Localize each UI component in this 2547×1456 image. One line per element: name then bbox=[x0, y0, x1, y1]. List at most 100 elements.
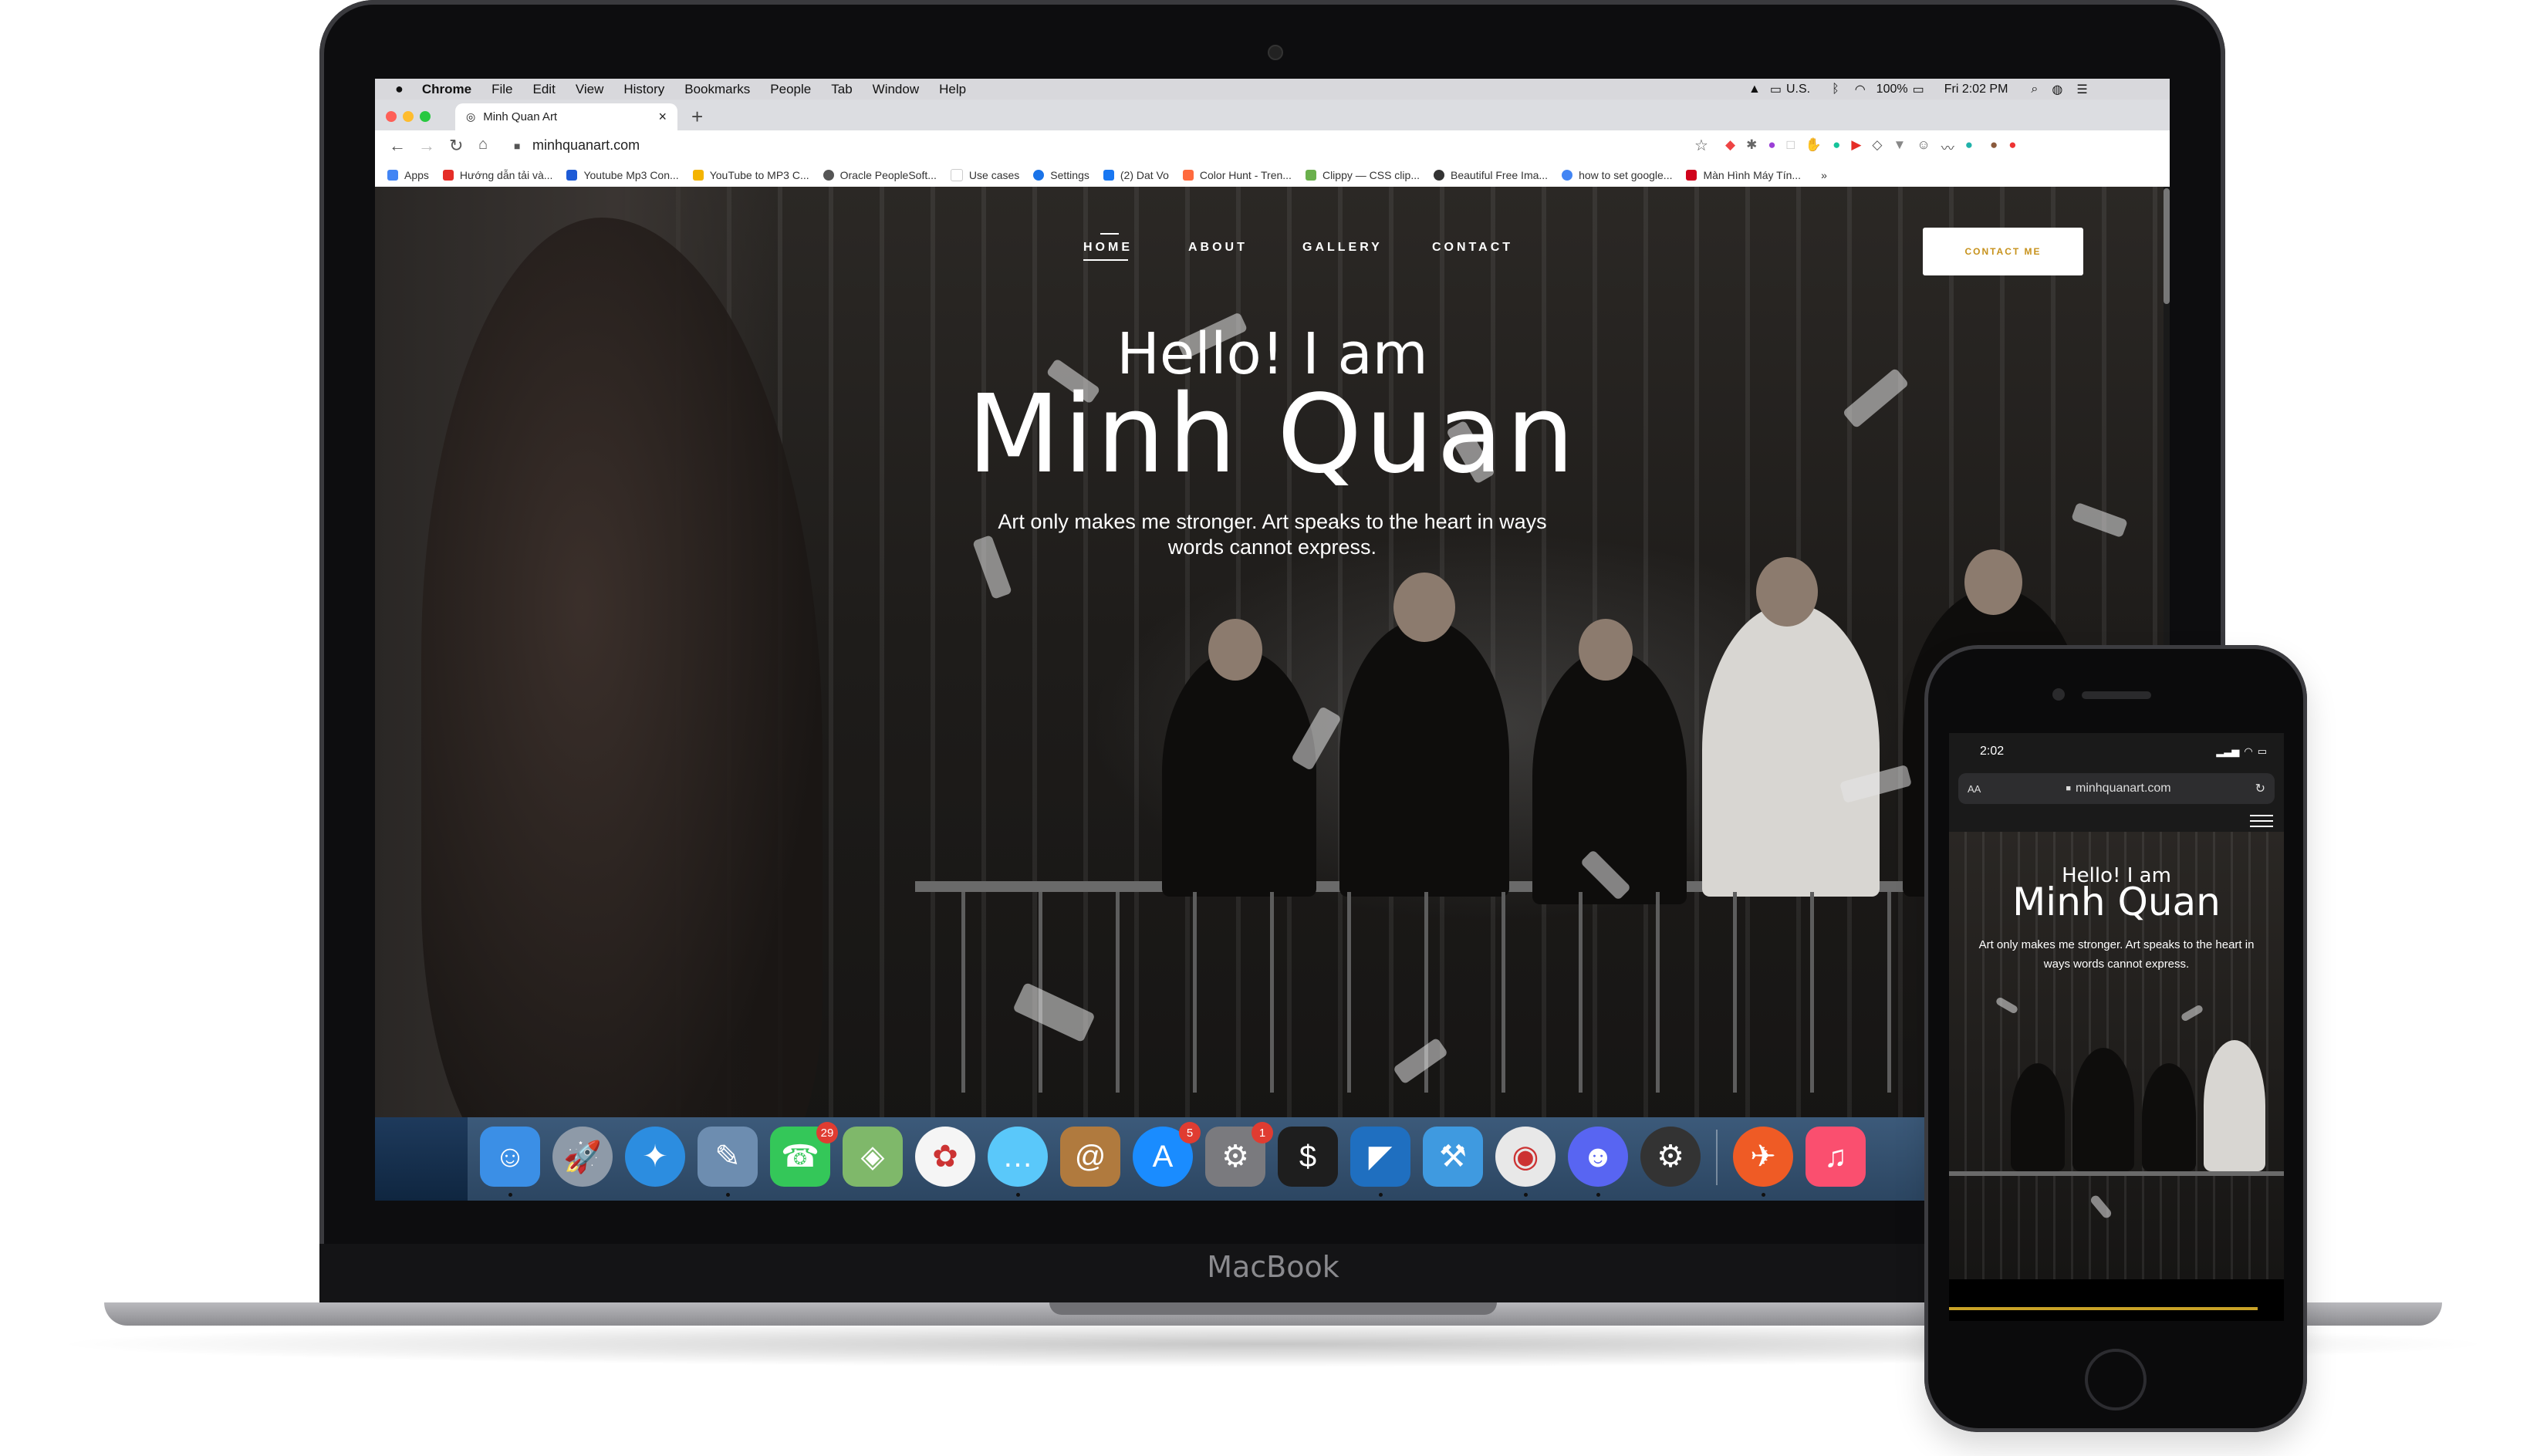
extension-red-icon[interactable]: ● bbox=[2008, 137, 2016, 157]
xcode-icon[interactable]: ⚒ bbox=[1423, 1127, 1483, 1187]
bookmark-item[interactable]: YouTube to MP3 C... bbox=[692, 169, 809, 181]
extension-purple-icon[interactable]: ● bbox=[1768, 137, 1775, 157]
extension-v-icon[interactable]: ▼ bbox=[1893, 137, 1907, 157]
menu-tab[interactable]: Tab bbox=[831, 82, 852, 97]
input-source-label[interactable]: U.S. bbox=[1786, 83, 1810, 96]
battery-percent[interactable]: 100% bbox=[1876, 83, 1908, 96]
extension-grammarly-icon[interactable]: ● bbox=[1833, 137, 1840, 157]
extension-bug-icon[interactable]: ✱ bbox=[1746, 137, 1757, 157]
menu-file[interactable]: File bbox=[491, 82, 512, 97]
youtube-icon bbox=[442, 169, 454, 181]
nav-active-indicator bbox=[1100, 233, 1119, 235]
window-close-button[interactable] bbox=[386, 111, 397, 122]
menu-view[interactable]: View bbox=[576, 82, 604, 97]
apple-icon[interactable]: ● bbox=[395, 81, 404, 97]
menu-app-name[interactable]: Chrome bbox=[422, 82, 471, 97]
nav-gallery[interactable]: GALLERY bbox=[1302, 241, 1383, 255]
forward-icon[interactable]: → bbox=[418, 136, 435, 156]
siri-icon[interactable]: ◍ bbox=[2052, 82, 2062, 97]
extension-square-icon[interactable]: □ bbox=[1787, 137, 1795, 157]
new-tab-button[interactable]: + bbox=[691, 105, 703, 129]
profile-avatar[interactable]: ● bbox=[1990, 137, 1998, 157]
running-indicator bbox=[508, 1193, 512, 1197]
nav-about[interactable]: ABOUT bbox=[1188, 241, 1248, 255]
bookmark-item[interactable]: how to set google... bbox=[1562, 169, 1672, 181]
bluetooth-icon[interactable]: ᛒ bbox=[1832, 83, 1839, 96]
bookmark-item[interactable]: Apps bbox=[387, 169, 429, 181]
bookmark-star-icon[interactable]: ☆ bbox=[1694, 136, 1708, 155]
bookmark-item[interactable]: Oracle PeopleSoft... bbox=[823, 169, 937, 181]
tab-close-icon[interactable]: × bbox=[658, 109, 667, 125]
extension-shield-icon[interactable]: ◇ bbox=[1872, 137, 1882, 157]
bookmark-item[interactable]: Use cases bbox=[950, 168, 1019, 181]
battery-icon[interactable]: ▭ bbox=[1913, 82, 1924, 97]
finder-icon[interactable]: ☺ bbox=[480, 1127, 540, 1187]
safari-address-bar[interactable]: AA ■ minhquanart.com ↻ bbox=[1958, 773, 2275, 804]
wifi-icon: ◠ bbox=[2244, 745, 2253, 757]
home-icon[interactable]: ⌂ bbox=[478, 136, 488, 154]
extension-colorzilla-icon[interactable]: ◆ bbox=[1725, 137, 1735, 157]
menubar-status-area: ▲ ▭ U.S. ᛒ ◠ 100% ▭ Fri 2:02 PM ⌕ ◍ ☰ bbox=[1748, 79, 2088, 100]
mobile-tagline-line-2: ways words cannot express. bbox=[2043, 958, 2190, 971]
reload-icon[interactable]: ↻ bbox=[449, 136, 463, 156]
nav-home[interactable]: HOME bbox=[1083, 241, 1133, 255]
menu-help[interactable]: Help bbox=[939, 82, 966, 97]
bookmark-item[interactable]: Color Hunt - Tren... bbox=[1182, 169, 1292, 181]
safari-icon[interactable]: ✦ bbox=[625, 1127, 685, 1187]
preview-icon[interactable]: ✎ bbox=[698, 1127, 758, 1187]
music-icon[interactable]: ♫ bbox=[1806, 1127, 1866, 1187]
menu-bookmarks[interactable]: Bookmarks bbox=[684, 82, 750, 97]
extension-teal-icon[interactable]: ● bbox=[1965, 137, 1973, 157]
tab-minh-quan-art[interactable]: ◎ Minh Quan Art × bbox=[455, 103, 677, 130]
contact-me-button[interactable]: CONTACT ME bbox=[1923, 228, 2083, 275]
launchpad-icon[interactable]: 🚀 bbox=[552, 1127, 613, 1187]
iphone-screen: 2:02 ▂▃▅ ◠ ▭ AA ■ minhquanart.com ↻ Hell… bbox=[1949, 733, 2284, 1321]
postman-icon[interactable]: ✈ bbox=[1733, 1127, 1793, 1187]
bookmark-item[interactable]: (2) Dat Vo bbox=[1103, 169, 1169, 181]
window-minimize-button[interactable] bbox=[403, 111, 414, 122]
menu-history[interactable]: History bbox=[623, 82, 664, 97]
maps-icon[interactable]: ◈ bbox=[843, 1127, 903, 1187]
chrome-icon[interactable]: ◉ bbox=[1495, 1127, 1556, 1187]
hero-photo-face bbox=[1393, 573, 1455, 642]
bookmark-item[interactable]: Youtube Mp3 Con... bbox=[566, 169, 679, 181]
photos-icon[interactable]: ✿ bbox=[915, 1127, 975, 1187]
extension-youtube-icon[interactable]: ▶ bbox=[1851, 137, 1861, 157]
paper-confetti bbox=[1995, 996, 2019, 1015]
page-scrollbar-thumb[interactable] bbox=[2164, 188, 2170, 304]
bookmark-item[interactable]: Settings bbox=[1033, 169, 1089, 181]
bookmark-item[interactable]: Clippy — CSS clip... bbox=[1305, 169, 1420, 181]
hamburger-menu-icon[interactable] bbox=[2250, 815, 2273, 830]
spotlight-icon[interactable]: ⌕ bbox=[2031, 83, 2038, 96]
bookmark-item[interactable]: Beautiful Free Ima... bbox=[1434, 169, 1548, 181]
messages-icon[interactable]: … bbox=[988, 1127, 1048, 1187]
discord-icon[interactable]: ☻ bbox=[1568, 1127, 1628, 1187]
contacts-icon[interactable]: @ bbox=[1060, 1127, 1120, 1187]
iphone-status-bar: 2:02 ▂▃▅ ◠ ▭ bbox=[1949, 733, 2284, 770]
vscode-icon[interactable]: ◤ bbox=[1350, 1127, 1410, 1187]
extension-hand-icon[interactable]: ✋ bbox=[1806, 137, 1822, 157]
back-icon[interactable]: ← bbox=[389, 136, 406, 156]
reader-aa-button[interactable]: AA bbox=[1968, 783, 1981, 795]
menubar-clock[interactable]: Fri 2:02 PM bbox=[1944, 83, 2008, 96]
menu-edit[interactable]: Edit bbox=[533, 82, 556, 97]
bookmarks-overflow-button[interactable]: » bbox=[1821, 169, 1827, 181]
iphone-home-button[interactable] bbox=[2085, 1349, 2147, 1410]
window-zoom-button[interactable] bbox=[420, 111, 431, 122]
bookmark-item[interactable]: Màn Hình Máy Tín... bbox=[1686, 169, 1801, 181]
extension-face-icon[interactable]: ☺ bbox=[1917, 137, 1930, 157]
nav-contact[interactable]: CONTACT bbox=[1432, 241, 1513, 255]
menu-people[interactable]: People bbox=[770, 82, 811, 97]
menu-window[interactable]: Window bbox=[873, 82, 919, 97]
notification-center-icon[interactable]: ☰ bbox=[2076, 82, 2087, 97]
terminal-icon[interactable]: $ bbox=[1278, 1127, 1338, 1187]
alfred-icon[interactable]: ⚙ bbox=[1640, 1127, 1701, 1187]
extension-wave-icon[interactable]: 〰 bbox=[1941, 137, 1954, 157]
address-bar[interactable]: minhquanart.com bbox=[532, 137, 640, 154]
reload-icon[interactable]: ↻ bbox=[2255, 781, 2265, 796]
alfred-hat-icon[interactable]: ▲ bbox=[1748, 83, 1761, 96]
clippy-icon bbox=[1305, 169, 1316, 181]
wifi-icon[interactable]: ◠ bbox=[1855, 82, 1866, 97]
extension-icons: ◆ ✱ ● □ ✋ ● ▶ ◇ ▼ ☺ 〰 ● ● ● bbox=[1725, 137, 2017, 157]
bookmark-item[interactable]: Hướng dẫn tải và... bbox=[442, 169, 552, 181]
